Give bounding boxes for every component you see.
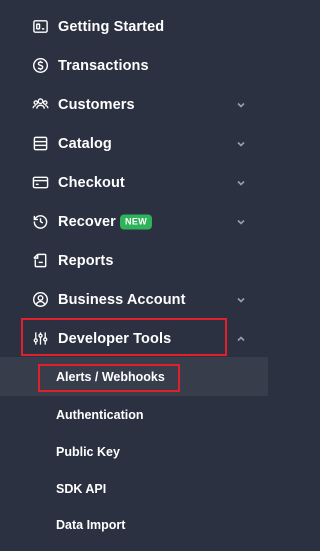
new-badge: NEW (120, 214, 153, 229)
nav-item-label: Business Account (58, 291, 186, 308)
chevron-down-icon[interactable] (235, 177, 247, 189)
subitem-label: Authentication (56, 407, 144, 422)
chevron-down-icon[interactable] (235, 294, 247, 306)
chevron-up-icon[interactable] (235, 333, 247, 345)
subitem-label: Data Import (56, 517, 126, 532)
nav-item-label: Catalog (58, 135, 112, 152)
nav-item-label: Recover (58, 213, 116, 230)
nav-item-label: Checkout (58, 174, 125, 191)
nav-item-recover[interactable]: Recover NEW (0, 202, 268, 241)
nav-item-transactions[interactable]: Transactions (0, 46, 268, 85)
nav-item-developer-tools[interactable]: Developer Tools (0, 319, 268, 358)
chevron-down-icon[interactable] (235, 99, 247, 111)
nav-item-checkout[interactable]: Checkout (0, 163, 268, 202)
subitem-data-import[interactable]: Data Import (0, 506, 268, 543)
customers-icon (31, 96, 49, 114)
subitem-public-key[interactable]: Public Key (0, 433, 268, 470)
nav-item-reports[interactable]: Reports (0, 241, 268, 280)
dollar-circle-icon (31, 57, 49, 75)
nav-item-getting-started[interactable]: Getting Started (0, 7, 268, 46)
nav-item-catalog[interactable]: Catalog (0, 124, 268, 163)
chevron-down-icon[interactable] (235, 138, 247, 150)
subitem-label: SDK API (56, 481, 107, 496)
nav-item-label: Transactions (58, 57, 149, 74)
sidebar-nav: Getting Started Transactions Customers C… (0, 0, 268, 551)
catalog-icon (31, 135, 49, 153)
nav-item-customers[interactable]: Customers (0, 85, 268, 124)
recover-icon (31, 213, 49, 231)
nav-item-label: Developer Tools (58, 330, 172, 347)
user-circle-icon (31, 291, 49, 309)
subitem-label: Alerts / Webhooks (56, 369, 165, 384)
subitem-sdk-api[interactable]: SDK API (0, 470, 268, 507)
sliders-icon (31, 330, 49, 348)
subitem-alerts-webhooks[interactable]: Alerts / Webhooks (0, 358, 268, 395)
nav-item-label: Customers (58, 96, 135, 113)
getting-started-icon (31, 18, 49, 36)
nav-item-business-account[interactable]: Business Account (0, 280, 268, 319)
reports-icon (31, 252, 49, 270)
subitem-label: Public Key (56, 444, 120, 459)
subitem-authentication[interactable]: Authentication (0, 396, 268, 433)
chevron-down-icon[interactable] (235, 216, 247, 228)
credit-card-icon (31, 174, 49, 192)
nav-item-label: Getting Started (58, 18, 165, 35)
nav-item-label: Reports (58, 252, 114, 269)
